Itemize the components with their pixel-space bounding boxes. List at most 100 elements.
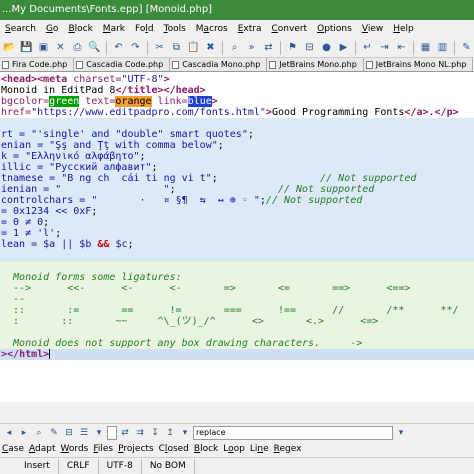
undo-icon[interactable]: ↶ [111,40,126,55]
code-token: <head> [1,74,38,85]
code-line: illic = "Русский алфавит"; [0,162,474,173]
close-icon[interactable]: ✕ [53,40,68,55]
code-token: blue [187,96,212,107]
replace-icon[interactable]: ⇄ [261,40,276,55]
menu-fold[interactable]: Fold [130,20,159,38]
save-icon[interactable]: 💾 [19,40,34,55]
macro-play-icon[interactable]: ▶ [336,40,351,55]
menu-help[interactable]: Help [388,20,419,38]
menu-mark[interactable]: Mark [98,20,130,38]
find-all-icon[interactable]: ⌕ [32,426,46,440]
code-token: ; [151,162,158,173]
tab-3[interactable]: JetBrains Mono.php [267,58,364,71]
option-case[interactable]: Case [2,444,24,454]
list-icon[interactable]: ☰ [77,426,91,440]
file-icon [2,60,9,69]
code-token: -- [1,294,26,305]
replace-input[interactable]: replace [193,425,393,440]
window-title: ...My Documents\Fonts.epp] [Monoid.php] [0,0,474,20]
word-wrap-icon[interactable]: ↵ [360,40,375,55]
search-field[interactable] [107,425,117,440]
code-token: ; [43,217,50,228]
menu-view[interactable]: View [357,20,388,38]
block-icon[interactable]: ▦ [418,40,433,55]
option-regex[interactable]: Regex [274,444,302,454]
code-token: ; [217,140,224,151]
status-crlf: CRLF [59,458,99,474]
option-adapt[interactable]: Adapt [29,444,55,454]
code-editor[interactable]: <head><meta charset="UTF-8"> Monoid in Ed… [0,72,474,402]
code-token: " " [55,184,170,195]
menu-search[interactable]: Search [0,20,41,38]
highlight-icon[interactable]: ✎ [459,40,474,55]
redo-icon[interactable]: ↷ [128,40,143,55]
code-token: ; [127,239,134,250]
find-icon[interactable]: ⌕ [227,40,242,55]
find-next-icon[interactable]: ▸ [17,426,31,440]
search-options-bar: Case Adapt Words Files Projects Closed Block Lo… [0,441,474,457]
macro-record-icon[interactable]: ● [319,40,334,55]
option-loop[interactable]: Loop [223,444,245,454]
highlight-all-icon[interactable]: ✎ [47,426,61,440]
fold-icon[interactable]: ⊟ [302,40,317,55]
tab-1[interactable]: Cascadia Code.php [74,58,171,71]
code-token: Monoid forms some ligatures: [1,272,182,283]
option-block[interactable]: Block [194,444,218,454]
fold-icon[interactable]: ⊟ [62,426,76,440]
bookmark-icon[interactable]: ⚑ [285,40,300,55]
history-icon[interactable]: ▾ [92,426,106,440]
menu-block[interactable]: Block [63,20,97,38]
copy-icon[interactable]: ⧉ [169,40,184,55]
paste-icon[interactable]: 📋 [186,40,201,55]
replace-dropdown-icon[interactable]: ▾ [394,426,408,440]
menu-macros[interactable]: Macros [191,20,233,38]
find-next-icon[interactable]: » [244,40,259,55]
tab-0[interactable]: Fira Code.php [0,58,75,71]
indent-icon[interactable]: ⇥ [377,40,392,55]
code-token: ienian = [1,184,56,195]
option-files[interactable]: Files [93,444,113,454]
option-closed[interactable]: Closed [159,444,189,454]
columns-icon[interactable]: ▥ [435,40,450,55]
code-token: </title></head> [115,85,206,96]
code-line: -- [0,294,474,305]
replace-icon[interactable]: ⇄ [118,426,132,440]
menu-convert[interactable]: Convert [266,20,312,38]
find-prev-icon[interactable]: ◂ [2,426,16,440]
status-insert: Insert [0,458,59,474]
code-token: ; [91,206,98,217]
menu-extra[interactable]: Extra [233,20,267,38]
file-icon [269,60,277,69]
option-words[interactable]: Words [61,444,89,454]
code-line: enian = "Şş and Ţţ with comma below"; [0,140,474,151]
code-line [0,250,474,261]
outdent-icon[interactable]: ⇤ [394,40,409,55]
code-token: "Şş and Ţţ with comma below" [49,140,218,151]
option-projects[interactable]: Projects [118,444,154,454]
menu-tools[interactable]: Tools [159,20,191,38]
code-token: lean = [1,239,44,250]
toolbar-separator [280,40,281,55]
open-icon[interactable]: 📂 [2,40,17,55]
replace-prev-icon[interactable]: ↥ [163,426,177,440]
cut-icon[interactable]: ✂ [152,40,167,55]
save-all-icon[interactable]: ▣ [36,40,51,55]
replace-next-icon[interactable]: ↧ [148,426,162,440]
code-token: // Not supported [265,195,363,206]
menu-go[interactable]: Go [41,20,64,38]
code-line: : :: ~~ ^\_(ツ)_/^ <> <.> <=> [0,316,474,327]
code-token: > [211,96,218,107]
tab-2[interactable]: Cascadia Mono.php [170,58,268,71]
replace-menu-icon[interactable]: ▾ [178,426,192,440]
preview-icon[interactable]: 🔍 [87,40,102,55]
replace-all-icon[interactable]: ⇉ [133,426,147,440]
main-toolbar: 📂💾▣✕⎙🔍↶↷✂⧉📋✖⌕»⇄⚑⊟●▶↵⇥⇤▦▥✎◫ [0,38,474,58]
code-token: // Not supported [277,184,375,195]
code-token: && [91,239,116,250]
option-line[interactable]: Line [250,444,269,454]
code-line: Monoid in EditPad 8</title></head> [0,85,474,96]
print-icon[interactable]: ⎙ [70,40,85,55]
menu-options[interactable]: Options [312,20,357,38]
tab-4[interactable]: JetBrains Mono NL.php [363,58,474,71]
delete-icon[interactable]: ✖ [203,40,218,55]
